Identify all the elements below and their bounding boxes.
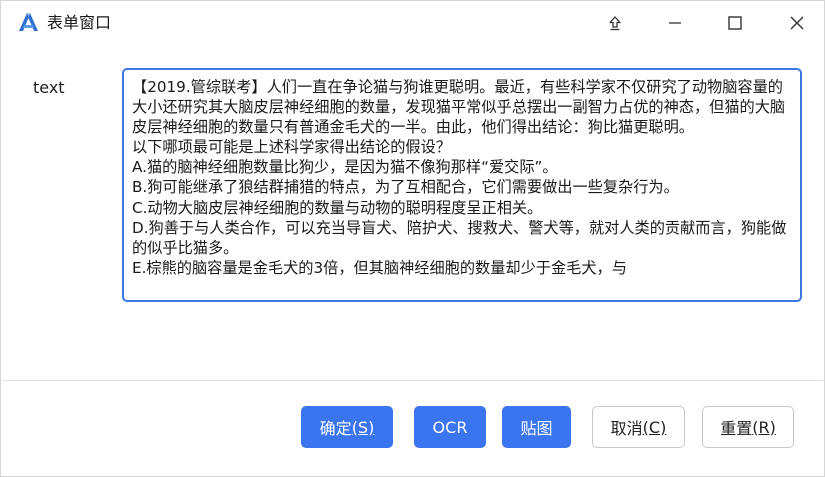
ocr-button[interactable]: OCR bbox=[414, 406, 486, 448]
form-window: 表单窗口 text 【2019.管综联考】人们一直在争论猫与狗谁更聪明。最近，有… bbox=[0, 0, 825, 477]
paste-image-button-label: 贴图 bbox=[520, 419, 553, 438]
cancel-button-label: 取消 bbox=[610, 419, 643, 438]
close-icon bbox=[790, 16, 804, 30]
reset-button[interactable]: 重置 (R) bbox=[702, 406, 794, 448]
paste-image-button[interactable]: 贴图 bbox=[502, 406, 571, 448]
reset-shortcut: (R) bbox=[752, 417, 776, 437]
confirm-button-label: 确定 bbox=[319, 419, 352, 438]
cancel-shortcut: (C) bbox=[642, 417, 667, 437]
maximize-button[interactable] bbox=[715, 7, 755, 39]
minimize-button[interactable] bbox=[655, 7, 695, 39]
text-field-label: text bbox=[33, 78, 65, 97]
window-title: 表单窗口 bbox=[47, 13, 112, 32]
confirm-button[interactable]: 确定 (S) bbox=[301, 406, 393, 448]
ocr-button-label: OCR bbox=[432, 417, 468, 437]
close-button[interactable] bbox=[777, 7, 817, 39]
title-bar[interactable]: 表单窗口 bbox=[1, 1, 824, 45]
pin-top-icon bbox=[609, 16, 621, 31]
cancel-button[interactable]: 取消 (C) bbox=[592, 406, 685, 448]
text-input-area[interactable]: 【2019.管综联考】人们一直在争论猫与狗谁更聪明。最近，有些科学家不仅研究了动… bbox=[122, 68, 802, 302]
minimize-icon bbox=[669, 22, 681, 24]
footer-divider bbox=[2, 380, 823, 381]
confirm-shortcut: (S) bbox=[351, 417, 375, 437]
text-input-value[interactable]: 【2019.管综联考】人们一直在争论猫与狗谁更聪明。最近，有些科学家不仅研究了动… bbox=[132, 77, 794, 278]
app-logo-icon bbox=[19, 13, 38, 31]
maximize-icon bbox=[728, 16, 742, 30]
pin-top-button[interactable] bbox=[595, 7, 635, 39]
reset-button-label: 重置 bbox=[720, 419, 753, 438]
